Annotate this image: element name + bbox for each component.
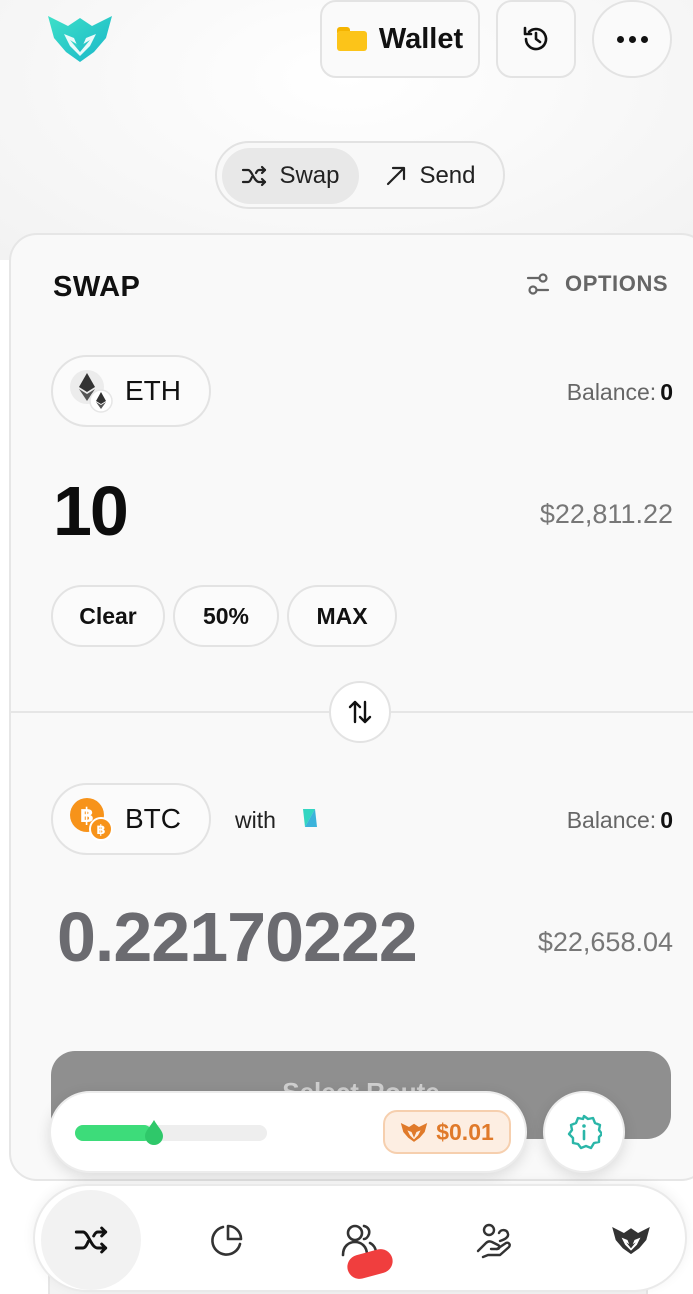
bottom-nav <box>33 1184 687 1292</box>
to-token-symbol: BTC <box>125 803 181 834</box>
from-balance-label: Balance: <box>566 379 657 405</box>
lion-logo-icon <box>612 1227 650 1255</box>
sliders-icon <box>526 273 550 295</box>
to-usd-value: $22,658.04 <box>537 927 673 957</box>
info-badge-icon <box>567 1114 602 1150</box>
flip-direction-button[interactable] <box>329 681 391 743</box>
clear-button[interactable]: Clear <box>51 585 165 647</box>
nav-earn[interactable] <box>445 1190 545 1290</box>
history-button[interactable] <box>496 0 576 78</box>
thorchain-icon <box>303 809 317 827</box>
eth-icon <box>69 369 113 413</box>
from-amount-input[interactable]: 10 <box>53 471 129 551</box>
svg-text:฿: ฿ <box>96 823 105 838</box>
from-token-symbol: ETH <box>125 375 181 406</box>
wallet-button[interactable]: Wallet <box>320 0 480 78</box>
to-balance-label: Balance: <box>566 807 657 833</box>
from-balance-value: 0 <box>660 379 673 405</box>
lion-logo-icon[interactable] <box>46 12 114 64</box>
fifty-percent-button[interactable]: 50% <box>173 585 279 647</box>
history-icon <box>523 26 548 51</box>
gas-fee-bar[interactable]: $0.01 <box>49 1091 527 1173</box>
pie-chart-icon <box>211 1224 243 1256</box>
wallet-label: Wallet <box>378 22 464 55</box>
more-icon-dot <box>628 35 636 43</box>
arrow-up-right-icon <box>387 166 406 186</box>
nav-portfolio[interactable] <box>177 1190 277 1290</box>
more-icon <box>616 35 624 43</box>
from-usd-value: $22,811.22 <box>539 499 673 529</box>
swap-vertical-icon <box>348 700 372 724</box>
folder-icon <box>336 27 367 51</box>
gas-progress-track <box>75 1125 267 1141</box>
to-amount-output: 0.22170222 <box>57 898 418 976</box>
droplet-icon <box>145 1120 163 1145</box>
fee-price: $0.01 <box>436 1118 494 1145</box>
mode-toggle: Swap Send <box>215 141 505 209</box>
shuffle-icon <box>74 1226 108 1254</box>
top-bar: Wallet <box>0 0 693 80</box>
more-button[interactable] <box>592 0 672 78</box>
swap-title: SWAP <box>53 271 141 303</box>
to-balance-value: 0 <box>660 807 673 833</box>
tab-swap-label: Swap <box>279 162 340 189</box>
tab-send[interactable]: Send <box>363 148 498 204</box>
max-button[interactable]: MAX <box>287 585 397 647</box>
from-balance: Balance: 0 <box>567 379 673 406</box>
to-balance: Balance: 0 <box>567 807 673 834</box>
from-token-selector[interactable]: ETH <box>51 355 211 427</box>
shuffle-icon <box>242 165 267 187</box>
options-button[interactable]: OPTIONS <box>525 271 668 297</box>
handshake-icon <box>476 1223 511 1259</box>
lion-logo-icon <box>401 1122 428 1142</box>
swap-card: SWAP OPTIONS ETH Balance: 0 10 $22,811.22… <box>9 233 693 1181</box>
tab-swap[interactable]: Swap <box>222 148 359 204</box>
gas-progress-fill <box>75 1125 152 1141</box>
more-icon-dot <box>640 35 648 43</box>
btc-icon: ฿ ฿ <box>69 797 113 841</box>
fee-price-badge: $0.01 <box>383 1110 511 1154</box>
nav-brand[interactable] <box>581 1190 681 1290</box>
to-token-selector[interactable]: ฿ ฿ BTC <box>51 783 211 855</box>
nav-swap[interactable] <box>41 1190 141 1290</box>
info-button[interactable] <box>543 1091 625 1173</box>
tab-send-label: Send <box>419 162 476 189</box>
with-label: with <box>235 807 276 833</box>
provider-logo[interactable] <box>301 807 319 829</box>
options-label: OPTIONS <box>565 271 669 296</box>
